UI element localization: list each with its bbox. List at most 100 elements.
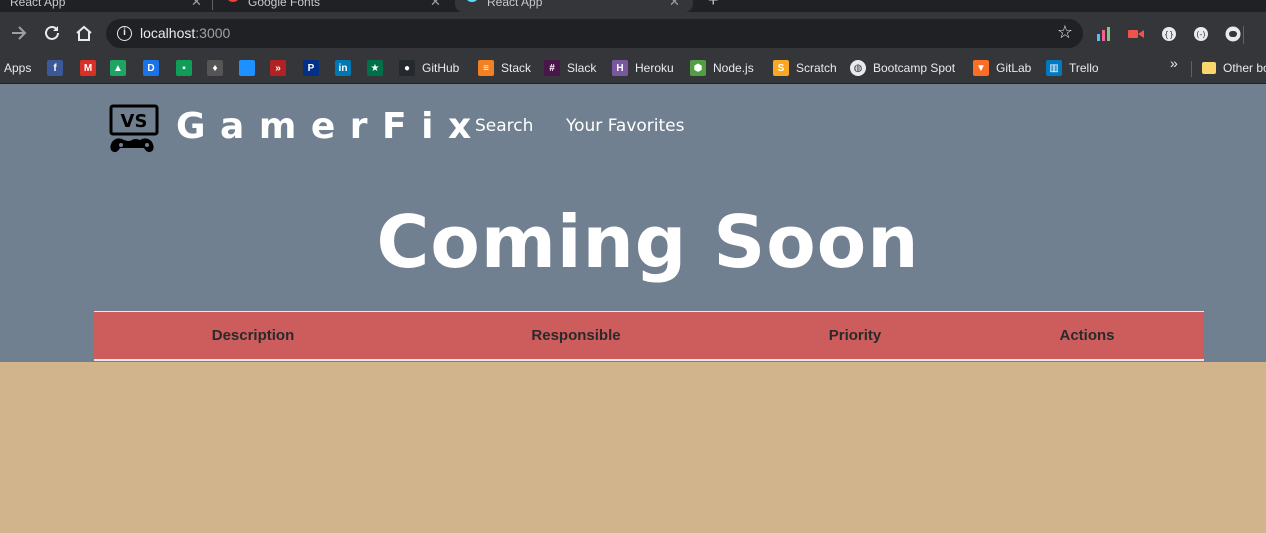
tab-react-app-1[interactable]: React App ✕ bbox=[0, 0, 205, 12]
bookmark-label: Trello bbox=[1069, 61, 1099, 75]
bookmark-label: GitHub bbox=[422, 61, 460, 75]
close-icon[interactable]: ✕ bbox=[430, 0, 441, 12]
react-icon bbox=[465, 0, 479, 2]
bookmark-heroku[interactable]: H Heroku bbox=[612, 57, 674, 79]
logo-text: VS bbox=[121, 111, 148, 132]
bookmark-other[interactable]: Other bo bbox=[1202, 57, 1266, 79]
bookmark-star-icon[interactable]: ☆ bbox=[1057, 22, 1073, 43]
bookmark-facebook[interactable]: f bbox=[47, 57, 63, 79]
paypal-icon: P bbox=[303, 60, 319, 76]
nav-favorites-link[interactable]: Your Favorites bbox=[566, 116, 685, 136]
tab-title: Google Fonts bbox=[248, 0, 321, 9]
svg-text:{}: {} bbox=[1164, 30, 1174, 39]
new-tab-button[interactable]: + bbox=[708, 0, 719, 11]
bookmark-linkedin[interactable]: in bbox=[335, 57, 351, 79]
google-fonts-icon bbox=[226, 0, 240, 2]
url-port: :3000 bbox=[195, 25, 231, 41]
svg-text:(-): (-) bbox=[1196, 30, 1205, 39]
stackoverflow-icon: ≡ bbox=[478, 60, 494, 76]
tab-react-app-active[interactable]: React App ✕ bbox=[455, 0, 693, 12]
bookmark-label: Apps bbox=[4, 61, 32, 75]
url-host: localhost bbox=[140, 25, 196, 41]
tab-strip: React App ✕ Google Fonts ✕ React App ✕ + bbox=[0, 0, 1266, 12]
dictionary-icon: D bbox=[143, 60, 159, 76]
google-drive-icon: ▲ bbox=[110, 60, 126, 76]
nav-search-link[interactable]: Search bbox=[475, 116, 533, 136]
tab-title: React App bbox=[487, 0, 543, 9]
blue-square-icon bbox=[239, 60, 255, 76]
starbucks-icon: ★ bbox=[367, 60, 383, 76]
address-bar[interactable]: i localhost:3000 ☆ bbox=[106, 19, 1083, 48]
nodejs-icon: ⬢ bbox=[690, 60, 706, 76]
bookmark-starbucks[interactable]: ★ bbox=[367, 57, 383, 79]
bookmark-nodejs[interactable]: ⬢ Node.js bbox=[690, 57, 754, 79]
url-text[interactable]: localhost:3000 bbox=[140, 25, 230, 41]
more-bookmarks-icon[interactable]: » bbox=[1170, 55, 1178, 71]
bookmark-label: Stack bbox=[501, 61, 532, 75]
extension-icon-2[interactable]: (-) bbox=[1193, 26, 1209, 42]
github-icon: ● bbox=[399, 60, 415, 76]
globe-icon: ◍ bbox=[850, 60, 866, 76]
extension-icon-1[interactable]: {} bbox=[1161, 26, 1177, 42]
bookmark-apps-grid[interactable]: Apps bbox=[4, 57, 31, 79]
brand-title[interactable]: GamerFix bbox=[176, 106, 486, 148]
gitlab-icon: ▼ bbox=[973, 60, 989, 76]
column-header-description: Description bbox=[211, 327, 295, 344]
page-title: Coming Soon bbox=[376, 200, 920, 284]
discord-icon[interactable] bbox=[1225, 26, 1241, 42]
column-header-priority: Priority bbox=[828, 327, 882, 344]
heroku-icon: H bbox=[612, 60, 628, 76]
bookmark-blue-square[interactable] bbox=[239, 57, 255, 79]
bookmarks-divider bbox=[1191, 61, 1192, 77]
analytics-icon[interactable] bbox=[1096, 26, 1112, 42]
bookmark-dictionary[interactable]: D bbox=[143, 57, 159, 79]
bookmark-label: Other bo bbox=[1223, 61, 1266, 75]
bookmark-red-arrow[interactable]: » bbox=[270, 57, 286, 79]
column-header-actions: Actions bbox=[1059, 327, 1115, 344]
browser-toolbar: i localhost:3000 ☆ {} (-) bbox=[0, 12, 1266, 54]
info-icon[interactable]: i bbox=[117, 26, 132, 41]
bookmark-scratch[interactable]: S Scratch bbox=[773, 57, 837, 79]
page-body bbox=[0, 362, 1266, 533]
trello-icon: ▥ bbox=[1046, 60, 1062, 76]
bookmark-globe[interactable]: ◍ Bootcamp Spot bbox=[850, 57, 955, 79]
bookmark-gmail[interactable]: M bbox=[80, 57, 96, 79]
sheets-icon: ▪ bbox=[176, 60, 192, 76]
bookmark-label: Bootcamp Spot bbox=[873, 61, 956, 75]
bookmark-stackoverflow[interactable]: ≡ Stack bbox=[478, 57, 531, 79]
red-arrow-icon: » bbox=[270, 60, 286, 76]
bookmark-github[interactable]: ● GitHub bbox=[399, 57, 459, 79]
vs-controller-logo[interactable]: VS bbox=[109, 104, 161, 154]
bookmark-label: Heroku bbox=[635, 61, 674, 75]
bookmark-paypal[interactable]: P bbox=[303, 57, 319, 79]
forward-icon[interactable] bbox=[6, 20, 32, 46]
facebook-icon: f bbox=[47, 60, 63, 76]
bookmark-label: Scratch bbox=[796, 61, 837, 75]
home-icon[interactable] bbox=[71, 20, 97, 46]
bookmark-sheets[interactable]: ▪ bbox=[176, 57, 192, 79]
close-icon[interactable]: ✕ bbox=[669, 0, 680, 12]
gmail-icon: M bbox=[80, 60, 96, 76]
table-header-row: Description Responsible Priority Actions bbox=[94, 311, 1204, 361]
bookmark-bird[interactable]: ♦ bbox=[207, 57, 223, 79]
bookmark-label: Slack bbox=[567, 61, 597, 75]
tab-title: React App bbox=[10, 0, 66, 9]
scratch-icon: S bbox=[773, 60, 789, 76]
close-icon[interactable]: ✕ bbox=[191, 0, 202, 12]
linkedin-icon: in bbox=[335, 60, 351, 76]
reload-icon[interactable] bbox=[39, 20, 65, 46]
toolbar-divider bbox=[1243, 26, 1244, 44]
bookmark-label: GitLab bbox=[996, 61, 1032, 75]
bookmark-gitlab[interactable]: ▼ GitLab bbox=[973, 57, 1031, 79]
folder-icon bbox=[1202, 62, 1216, 74]
bird-icon: ♦ bbox=[207, 60, 223, 76]
bookmark-slack[interactable]: # Slack bbox=[544, 57, 596, 79]
column-header-responsible: Responsible bbox=[531, 327, 621, 344]
tab-google-fonts[interactable]: Google Fonts ✕ bbox=[218, 0, 448, 12]
bookmark-google-drive[interactable]: ▲ bbox=[110, 57, 126, 79]
slack-icon: # bbox=[544, 60, 560, 76]
bookmark-label: Node.js bbox=[713, 61, 754, 75]
bookmark-trello[interactable]: ▥ Trello bbox=[1046, 57, 1099, 79]
tab-divider bbox=[212, 0, 213, 10]
video-icon[interactable] bbox=[1128, 26, 1144, 42]
